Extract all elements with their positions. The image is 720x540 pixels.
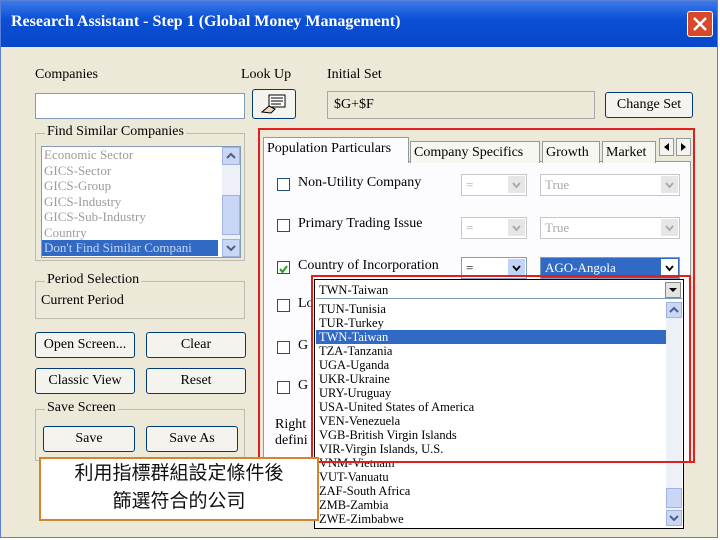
list-item[interactable]: GICS-Sub-Industry xyxy=(42,209,240,225)
reset-button[interactable]: Reset xyxy=(146,368,246,394)
scroll-thumb[interactable] xyxy=(666,488,682,508)
lookup-label: Look Up xyxy=(241,67,292,82)
clear-button[interactable]: Clear xyxy=(146,332,246,358)
period-value[interactable]: Current Period xyxy=(41,293,124,309)
list-item[interactable]: Economic Sector xyxy=(42,147,240,163)
find-similar-list[interactable]: Economic Sector GICS-Sector GICS-Group G… xyxy=(41,146,241,258)
list-item[interactable]: Country xyxy=(42,225,240,241)
chevron-down-icon xyxy=(226,245,236,252)
classic-view-button[interactable]: Classic View xyxy=(35,368,135,394)
save-button[interactable]: Save xyxy=(43,426,135,452)
change-set-button[interactable]: Change Set xyxy=(605,92,693,118)
scroll-down-button[interactable] xyxy=(666,510,682,526)
callout-annotation: 利用指標群組設定條件後 篩選符合的公司 xyxy=(39,457,319,521)
scroll-thumb[interactable] xyxy=(222,195,240,235)
list-item[interactable]: GICS-Industry xyxy=(42,194,240,210)
lookup-hand-icon xyxy=(260,94,286,114)
period-label: Period Selection xyxy=(45,272,142,288)
callout-line-1: 利用指標群組設定條件後 xyxy=(74,462,284,484)
research-assistant-window: Research Assistant - Step 1 (Global Mone… xyxy=(0,0,718,538)
window-title: Research Assistant - Step 1 (Global Mone… xyxy=(11,13,401,30)
list-item[interactable]: GICS-Group xyxy=(42,178,240,194)
find-similar-scrollbar[interactable] xyxy=(222,147,240,257)
initial-set-field: $G+$F xyxy=(327,91,595,119)
close-icon xyxy=(693,17,707,31)
chevron-down-icon xyxy=(669,515,679,522)
companies-label: Companies xyxy=(35,67,98,82)
chevron-up-icon xyxy=(226,152,236,159)
list-item-selected[interactable]: Don't Find Similar Compani xyxy=(42,240,218,256)
list-item[interactable]: GICS-Sector xyxy=(42,163,240,179)
list-item[interactable]: ZMB-Zambia xyxy=(316,498,666,512)
save-screen-label: Save Screen xyxy=(45,400,118,416)
list-item[interactable]: ZAF-South Africa xyxy=(316,484,666,498)
title-bar[interactable]: Research Assistant - Step 1 (Global Mone… xyxy=(1,1,717,47)
companies-input[interactable] xyxy=(35,93,245,119)
save-as-button[interactable]: Save As xyxy=(146,426,238,452)
scroll-up-button[interactable] xyxy=(222,147,240,165)
close-button[interactable] xyxy=(687,11,713,37)
initial-set-label: Initial Set xyxy=(327,67,382,82)
open-screen-button[interactable]: Open Screen... xyxy=(35,332,135,358)
lookup-button[interactable] xyxy=(252,89,296,119)
list-item[interactable]: VUT-Vanuatu xyxy=(316,470,666,484)
find-similar-label: Find Similar Companies xyxy=(45,124,186,140)
dropdown-highlight xyxy=(311,275,691,463)
list-item[interactable]: ZWE-Zimbabwe xyxy=(316,512,666,526)
callout-line-2: 篩選符合的公司 xyxy=(112,490,246,512)
scroll-down-button[interactable] xyxy=(222,239,240,257)
